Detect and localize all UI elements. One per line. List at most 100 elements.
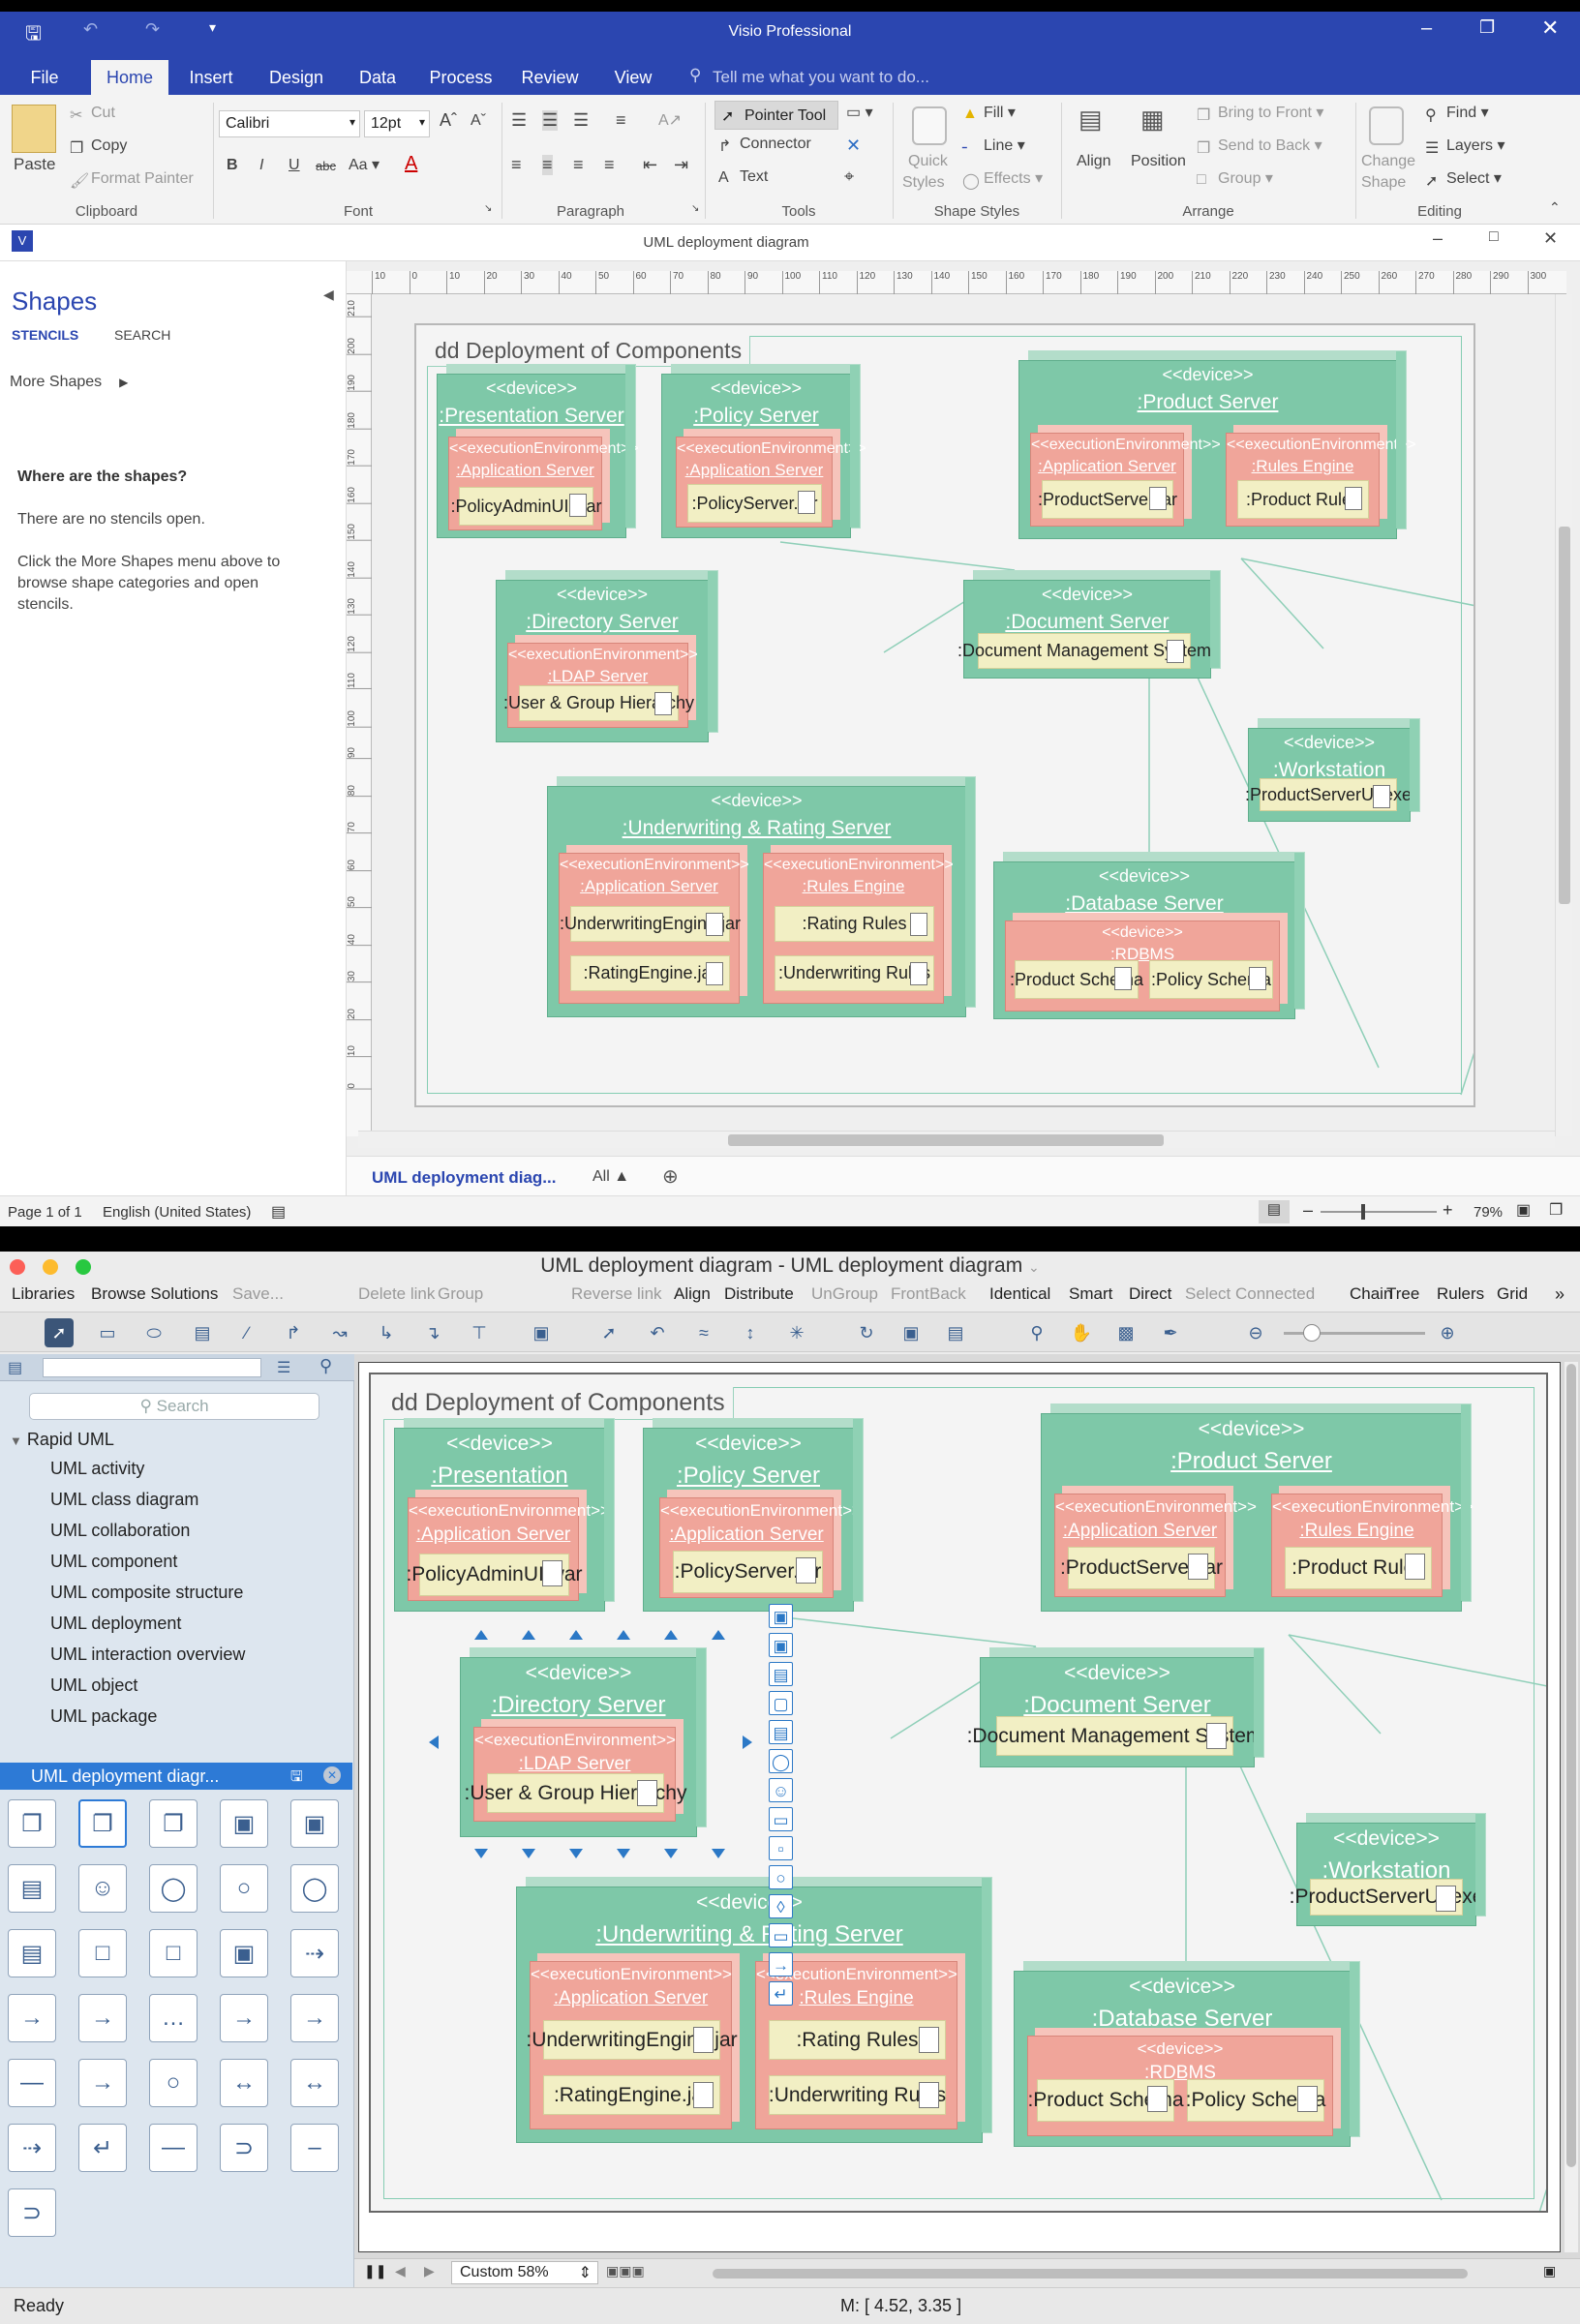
- bullets-icon[interactable]: ≡: [616, 110, 626, 131]
- find-button[interactable]: ⚲ Find ▾: [1425, 103, 1489, 124]
- fill-button[interactable]: ▲ Fill ▾: [962, 103, 1016, 122]
- stencil-shape-icon[interactable]: ⇢: [8, 2124, 56, 2172]
- cut-button[interactable]: ✂ Cut: [70, 105, 115, 124]
- artifact[interactable]: :ProductServerUI.exe: [1245, 778, 1412, 811]
- dialog-launcher-icon[interactable]: ↘: [484, 203, 492, 214]
- quick-shape-icon[interactable]: ▢: [769, 1691, 793, 1715]
- artifact[interactable]: :PolicyAdminUI.war: [450, 487, 602, 526]
- execution-environment[interactable]: <<executionEnvironment>>:Application Ser…: [448, 437, 639, 530]
- artifact[interactable]: :Document Management System: [957, 633, 1211, 669]
- quick-shape-icon[interactable]: ↵: [769, 1981, 793, 2006]
- align-top-icon[interactable]: ☰: [511, 110, 527, 131]
- hand-pan-icon[interactable]: ✋: [1067, 1318, 1096, 1347]
- mac-menu-item[interactable]: Rulers: [1437, 1284, 1484, 1304]
- tab-design[interactable]: Design: [258, 60, 335, 95]
- stencil-shape-icon[interactable]: ⊃: [8, 2188, 56, 2237]
- stencil-shape-icon[interactable]: ☺: [78, 1864, 127, 1913]
- open-library-header[interactable]: UML deployment diagr... 🖫 ✕: [0, 1763, 352, 1790]
- page-tab-active[interactable]: UML deployment diag...: [372, 1168, 556, 1188]
- crop-icon[interactable]: ▣: [896, 1318, 926, 1347]
- artifact[interactable]: :Product Rules: [1237, 480, 1369, 519]
- line-button[interactable]: ╴ Line ▾: [962, 136, 1025, 157]
- artifact[interactable]: :UnderwritingEngine.jar: [526, 2020, 738, 2060]
- rotate-icon[interactable]: ↻: [852, 1318, 881, 1347]
- artifact[interactable]: :User & Group Hierarchy: [503, 685, 694, 721]
- collapse-pane-icon[interactable]: ◀: [323, 287, 334, 303]
- vertical-scrollbar[interactable]: [1565, 1362, 1578, 2252]
- next-page-icon[interactable]: ▶: [424, 2263, 435, 2279]
- library-item[interactable]: UML object: [50, 1675, 137, 1696]
- stencil-shape-icon[interactable]: ◯: [149, 1864, 198, 1913]
- artifact[interactable]: :RatingEngine.jar: [570, 955, 730, 991]
- stencils-tab[interactable]: STENCILS: [12, 327, 78, 343]
- stencil-shape-icon[interactable]: ▣: [290, 1799, 339, 1848]
- switch-windows-icon[interactable]: ❐: [1549, 1200, 1563, 1220]
- mac-menu-item[interactable]: Identical: [989, 1284, 1050, 1304]
- artifact[interactable]: :Document Management System: [967, 1716, 1262, 1756]
- stencil-shape-icon[interactable]: ↔: [290, 2059, 339, 2107]
- stencil-shape-icon[interactable]: ○: [149, 2059, 198, 2107]
- stencil-shape-icon[interactable]: ⇢: [290, 1929, 339, 1977]
- doc-restore-icon[interactable]: □: [1489, 228, 1499, 246]
- line-tool-icon[interactable]: ∕: [232, 1318, 261, 1347]
- stencil-shape-icon[interactable]: ▤: [8, 1864, 56, 1913]
- font-family-select[interactable]: Calibri ▾: [219, 110, 360, 137]
- node-database-server[interactable]: <<device>>:Database Server <<device>>:RDB…: [1014, 1962, 1359, 2147]
- overflow-icon[interactable]: »: [1555, 1284, 1565, 1305]
- horizontal-scrollbar[interactable]: [358, 1131, 1555, 1148]
- add-page-icon[interactable]: ⊕: [662, 1164, 679, 1189]
- artifact[interactable]: :ProductServer.jar: [1038, 480, 1177, 519]
- send-to-back-button[interactable]: ❐ Send to Back ▾: [1197, 136, 1322, 157]
- zoom-out-icon[interactable]: –: [1303, 1200, 1313, 1221]
- tab-file[interactable]: File: [14, 60, 76, 95]
- quick-shape-icon[interactable]: ▭: [769, 1923, 793, 1947]
- quick-shape-icon[interactable]: ▭: [769, 1807, 793, 1831]
- node-directory-server[interactable]: <<device>>:Directory Server <<executionEn…: [496, 571, 717, 742]
- align-button[interactable]: Align: [1077, 153, 1111, 170]
- smart-handle-down[interactable]: [712, 1849, 725, 1858]
- library-item[interactable]: UML package: [50, 1706, 157, 1727]
- diagram-page[interactable]: dd Deployment of ComponentsTo be cluster…: [414, 323, 1475, 1107]
- tab-home[interactable]: Home: [91, 60, 168, 95]
- node-workstation[interactable]: <<device>>:Workstation:ProductServerUI.e…: [1245, 719, 1419, 822]
- paste-button[interactable]: Paste: [14, 155, 55, 174]
- artifact[interactable]: :UnderwritingEngine.jar: [560, 906, 741, 942]
- stencil-shape-icon[interactable]: ❐: [78, 1799, 127, 1848]
- pause-icon[interactable]: ❚❚: [364, 2263, 386, 2279]
- artifact[interactable]: :RatingEngine.jar: [543, 2075, 720, 2115]
- quick-shape-icon[interactable]: ▤: [769, 1662, 793, 1686]
- node-document-server[interactable]: <<device>>:Document Server:Document Mana…: [957, 571, 1220, 679]
- quick-shape-icon[interactable]: ▣: [769, 1633, 793, 1657]
- smart-handle-down[interactable]: [522, 1849, 535, 1858]
- artifact[interactable]: :Rating Rules: [775, 906, 934, 942]
- execution-environment[interactable]: <<executionEnvironment>>:Application Ser…: [676, 437, 866, 528]
- library-item[interactable]: UML class diagram: [50, 1490, 198, 1510]
- artifact[interactable]: :Underwriting Rules: [775, 955, 934, 991]
- node-product-server[interactable]: <<device>>:Product Server <<executionEnvi…: [1041, 1404, 1474, 1612]
- smart-handle-left[interactable]: [429, 1735, 439, 1749]
- execution-environment[interactable]: <<executionEnvironment>>:Rules Engine:Pr…: [1226, 433, 1416, 527]
- stencil-shape-icon[interactable]: →: [220, 1994, 268, 2042]
- node-directory-server[interactable]: <<device>>:Directory Server <<executionEn…: [460, 1648, 706, 1837]
- quick-shape-icon[interactable]: ◊: [769, 1894, 793, 1918]
- smart-handle-down[interactable]: [664, 1849, 678, 1858]
- tree-connector-icon[interactable]: ⊤: [465, 1318, 494, 1347]
- decrease-indent-icon[interactable]: ⇤: [643, 155, 657, 175]
- format-icon[interactable]: ▤: [941, 1318, 970, 1347]
- quick-styles-label-2[interactable]: Styles: [902, 174, 945, 192]
- execution-environment[interactable]: <<executionEnvironment>>:LDAP Server:Use…: [465, 1727, 686, 1822]
- smart-handle-up[interactable]: [522, 1630, 535, 1640]
- ellipse-tool-icon[interactable]: ⬭: [139, 1318, 168, 1347]
- connector-tool-icon[interactable]: ↝: [325, 1318, 354, 1347]
- pointer-tool-button[interactable]: ➚ Pointer Tool: [714, 101, 838, 130]
- spline-icon[interactable]: ↕: [736, 1318, 765, 1347]
- align-bottom-icon[interactable]: ☰: [573, 110, 589, 131]
- quick-shape-icon[interactable]: ◯: [769, 1749, 793, 1773]
- draw-arc-icon[interactable]: ↶: [643, 1318, 672, 1347]
- prev-page-icon[interactable]: ◀: [395, 2263, 406, 2279]
- scroll-thumb[interactable]: [1559, 527, 1570, 904]
- artifact[interactable]: :Product Rules: [1285, 1547, 1432, 1589]
- search-tab[interactable]: SEARCH: [114, 327, 170, 343]
- artifact[interactable]: :ProductServer.jar: [1060, 1547, 1223, 1589]
- smart-handle-up[interactable]: [569, 1630, 583, 1640]
